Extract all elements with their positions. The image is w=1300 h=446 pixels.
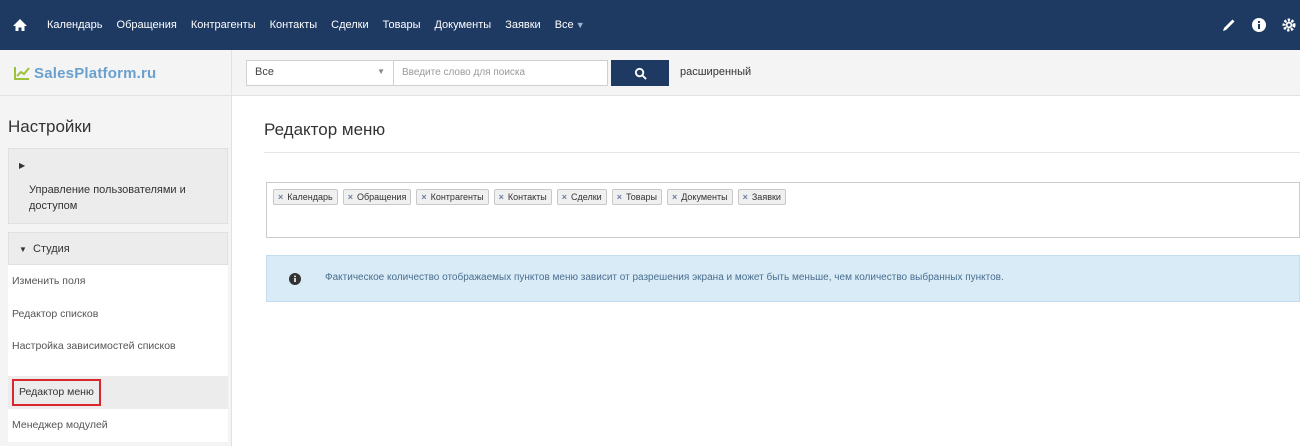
tag-products[interactable]: × Товары xyxy=(611,189,662,205)
tag-label: Контакты xyxy=(507,192,547,202)
remove-icon[interactable]: × xyxy=(743,192,748,202)
remove-icon[interactable]: × xyxy=(617,192,622,202)
tag-deals[interactable]: × Сделки xyxy=(556,189,607,205)
main-menu: Календарь Обращения Контрагенты Контакты… xyxy=(40,0,592,50)
sidebar-item-edit-fields[interactable]: Изменить поля xyxy=(8,265,228,298)
advanced-search-link[interactable]: расширенный xyxy=(680,66,751,78)
chevron-down-icon: ▼ xyxy=(19,245,27,254)
sidebar-section-studio-label: Студия xyxy=(33,243,70,255)
menu-item-requests[interactable]: Заявки xyxy=(498,0,548,50)
search-module-select[interactable]: Все ▼ xyxy=(246,60,394,86)
info-icon[interactable] xyxy=(1248,14,1270,36)
tag-label: Заявки xyxy=(751,192,781,202)
tag-accounts[interactable]: × Контрагенты xyxy=(416,189,489,205)
sidebar-item-module-manager[interactable]: Менеджер модулей xyxy=(8,409,228,442)
page-title: Редактор меню xyxy=(264,120,386,139)
home-icon[interactable] xyxy=(0,0,40,50)
menu-item-all[interactable]: Все ▼ xyxy=(548,0,592,50)
info-text: Фактическое количество отображаемых пунк… xyxy=(325,272,1004,283)
remove-icon[interactable]: × xyxy=(421,192,426,202)
logo-text: SalesPlatform.ru xyxy=(34,64,157,82)
sidebar-item-menu-editor[interactable]: Редактор меню xyxy=(8,376,228,409)
selected-tags: × Календарь × Обращения × Контрагенты × Конт… xyxy=(273,189,791,205)
menu-items-select[interactable]: × Календарь × Обращения × Контрагенты × Конт… xyxy=(266,182,1300,238)
remove-icon[interactable]: × xyxy=(672,192,677,202)
sidebar-item-menu-editor-label: Редактор меню xyxy=(12,379,101,406)
tag-documents[interactable]: × Документы xyxy=(666,189,733,205)
sidebar-title: Настройки xyxy=(8,117,92,136)
pencil-icon[interactable] xyxy=(1218,14,1240,36)
menu-item-deals[interactable]: Сделки xyxy=(324,0,376,50)
logo[interactable]: SalesPlatform.ru xyxy=(0,50,232,96)
remove-icon[interactable]: × xyxy=(278,192,283,202)
top-navigation: Календарь Обращения Контрагенты Контакты… xyxy=(0,0,1300,50)
divider xyxy=(264,152,1300,153)
chevron-down-icon: ▼ xyxy=(377,67,385,76)
menu-item-calendar[interactable]: Календарь xyxy=(40,0,110,50)
menu-item-accounts[interactable]: Контрагенты xyxy=(184,0,263,50)
search-icon xyxy=(634,67,647,80)
tag-label: Товары xyxy=(625,192,657,202)
sidebar-item-picklist-dependency[interactable]: Настройка зависимостей списков xyxy=(8,331,228,376)
sidebar-item-picklist-editor[interactable]: Редактор списков xyxy=(8,298,228,331)
tag-label: Документы xyxy=(681,192,728,202)
tag-calendar[interactable]: × Календарь xyxy=(273,189,338,205)
sidebar-section-users[interactable]: ▶ Управление пользователями и доступом xyxy=(8,148,228,224)
main-content: Редактор меню × Календарь × Обращения × Кон… xyxy=(232,96,1300,446)
menu-item-tickets[interactable]: Обращения xyxy=(110,0,184,50)
header-bar: SalesPlatform.ru Все ▼ Введите слово для… xyxy=(0,50,1300,96)
remove-icon[interactable]: × xyxy=(499,192,504,202)
info-icon xyxy=(289,273,301,285)
remove-icon[interactable]: × xyxy=(562,192,567,202)
chevron-down-icon: ▼ xyxy=(575,20,585,30)
tag-label: Контрагенты xyxy=(430,192,484,202)
menu-item-products[interactable]: Товары xyxy=(376,0,428,50)
studio-items: Изменить поля Редактор списков Настройка… xyxy=(8,265,228,442)
settings-sidebar: Настройки ▶ Управление пользователями и … xyxy=(0,96,232,446)
menu-item-documents[interactable]: Документы xyxy=(427,0,498,50)
tag-requests[interactable]: × Заявки xyxy=(737,189,786,205)
search-module-value: Все xyxy=(255,66,274,78)
tag-label: Сделки xyxy=(571,192,602,202)
sidebar-section-studio[interactable]: ▼ Студия xyxy=(8,232,228,265)
info-alert: Фактическое количество отображаемых пунк… xyxy=(266,255,1300,302)
tag-label: Обращения xyxy=(356,192,407,202)
tag-label: Календарь xyxy=(287,192,333,202)
search-button[interactable] xyxy=(611,60,669,86)
chevron-right-icon: ▶ xyxy=(19,161,26,170)
tag-contacts[interactable]: × Контакты xyxy=(493,189,552,205)
menu-item-contacts[interactable]: Контакты xyxy=(263,0,325,50)
logo-chart-icon xyxy=(14,67,30,80)
remove-icon[interactable]: × xyxy=(348,192,353,202)
tag-tickets[interactable]: × Обращения xyxy=(342,189,412,205)
sidebar-section-users-label: Управление пользователями и доступом xyxy=(29,184,186,212)
gear-icon[interactable] xyxy=(1278,14,1300,36)
search-input[interactable]: Введите слово для поиска xyxy=(394,60,608,86)
menu-item-all-label: Все xyxy=(554,19,574,31)
topnav-actions xyxy=(1210,0,1300,50)
